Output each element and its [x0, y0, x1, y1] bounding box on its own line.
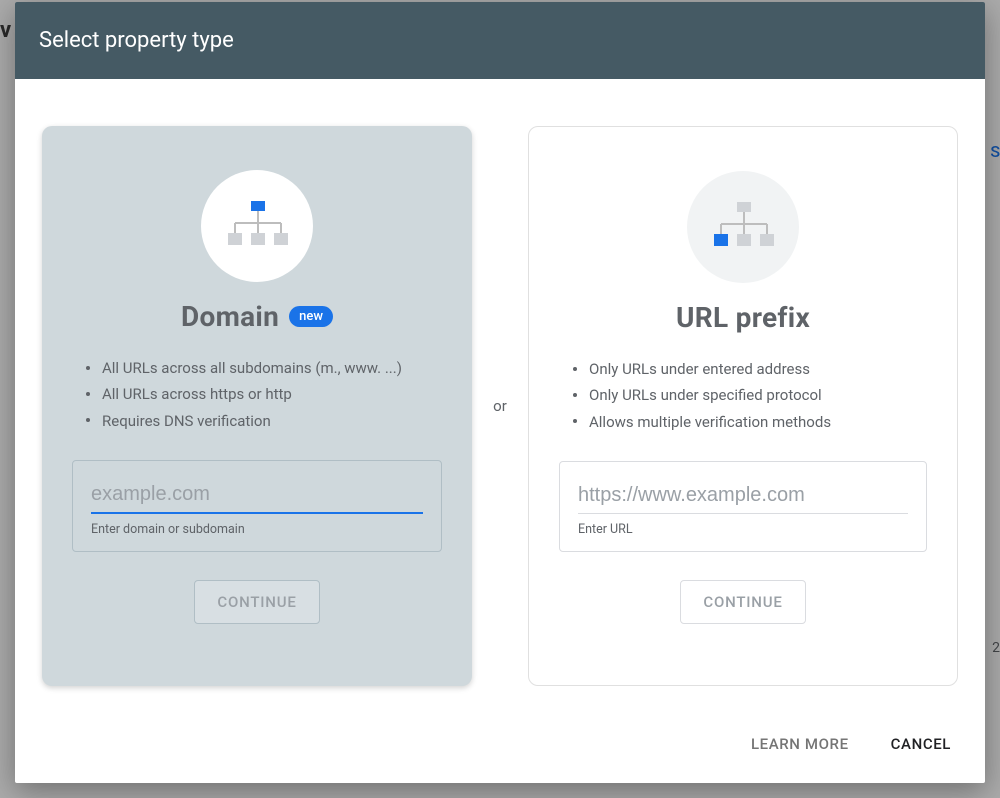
dialog-body: Domain new All URLs across all subdomain…	[15, 79, 985, 713]
or-separator: or	[472, 397, 528, 415]
sitemap-url-icon	[687, 171, 799, 283]
domain-input-container: Enter domain or subdomain	[72, 460, 442, 552]
url-prefix-card[interactable]: URL prefix Only URLs under entered addre…	[528, 126, 958, 686]
domain-continue-button[interactable]: CONTINUE	[194, 580, 319, 624]
dialog-title: Select property type	[15, 2, 985, 79]
list-item: Allows multiple verification methods	[573, 409, 927, 435]
domain-card[interactable]: Domain new All URLs across all subdomain…	[42, 126, 472, 686]
sitemap-domain-icon	[201, 170, 313, 282]
url-input[interactable]	[578, 482, 908, 514]
list-item: Requires DNS verification	[86, 408, 442, 434]
cancel-button[interactable]: CANCEL	[885, 727, 957, 761]
dialog-footer: LEARN MORE CANCEL	[15, 713, 985, 783]
learn-more-button[interactable]: LEARN MORE	[745, 727, 855, 761]
list-item: Only URLs under entered address	[573, 356, 927, 382]
url-input-container: Enter URL	[559, 461, 927, 552]
domain-bullets: All URLs across all subdomains (m., www.…	[72, 355, 442, 434]
url-card-title-row: URL prefix	[676, 301, 810, 334]
domain-card-title: Domain	[181, 300, 279, 333]
new-badge: new	[289, 306, 333, 327]
select-property-type-dialog: Select property type Domain new	[15, 2, 985, 783]
list-item: All URLs across all subdomains (m., www.…	[86, 355, 442, 381]
url-input-helper: Enter URL	[578, 522, 908, 537]
url-continue-button[interactable]: CONTINUE	[680, 580, 805, 624]
domain-input-helper: Enter domain or subdomain	[91, 522, 423, 537]
url-card-title: URL prefix	[676, 301, 810, 334]
url-bullets: Only URLs under entered address Only URL…	[559, 356, 927, 435]
list-item: All URLs across https or http	[86, 381, 442, 407]
domain-card-title-row: Domain new	[181, 300, 333, 333]
domain-input[interactable]	[91, 481, 423, 514]
list-item: Only URLs under specified protocol	[573, 382, 927, 408]
